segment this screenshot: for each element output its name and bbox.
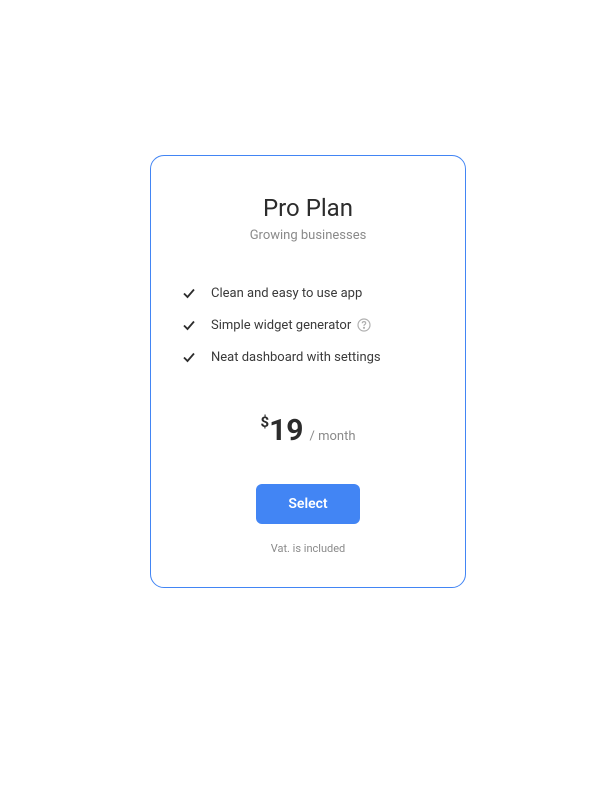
check-icon — [181, 349, 197, 365]
feature-label: Neat dashboard with settings — [211, 350, 381, 365]
price-section: $19 / month — [181, 413, 435, 448]
feature-label: Simple widget generator — [211, 318, 351, 333]
plan-header: Pro Plan Growing businesses — [181, 194, 435, 243]
vat-note: Vat. is included — [181, 542, 435, 555]
plan-title: Pro Plan — [181, 194, 435, 222]
feature-item: Clean and easy to use app — [181, 285, 435, 301]
feature-item: Simple widget generator — [181, 317, 435, 333]
select-button[interactable]: Select — [256, 484, 359, 524]
price-currency: $ — [260, 413, 269, 431]
features-list: Clean and easy to use app Simple widget … — [181, 285, 435, 365]
feature-item: Neat dashboard with settings — [181, 349, 435, 365]
feature-label: Clean and easy to use app — [211, 286, 362, 301]
price-period: / month — [310, 429, 356, 444]
pricing-card: Pro Plan Growing businesses Clean and ea… — [150, 155, 466, 588]
plan-subtitle: Growing businesses — [181, 228, 435, 243]
check-icon — [181, 317, 197, 333]
check-icon — [181, 285, 197, 301]
price-amount: 19 — [269, 413, 303, 448]
help-icon[interactable] — [357, 318, 371, 332]
